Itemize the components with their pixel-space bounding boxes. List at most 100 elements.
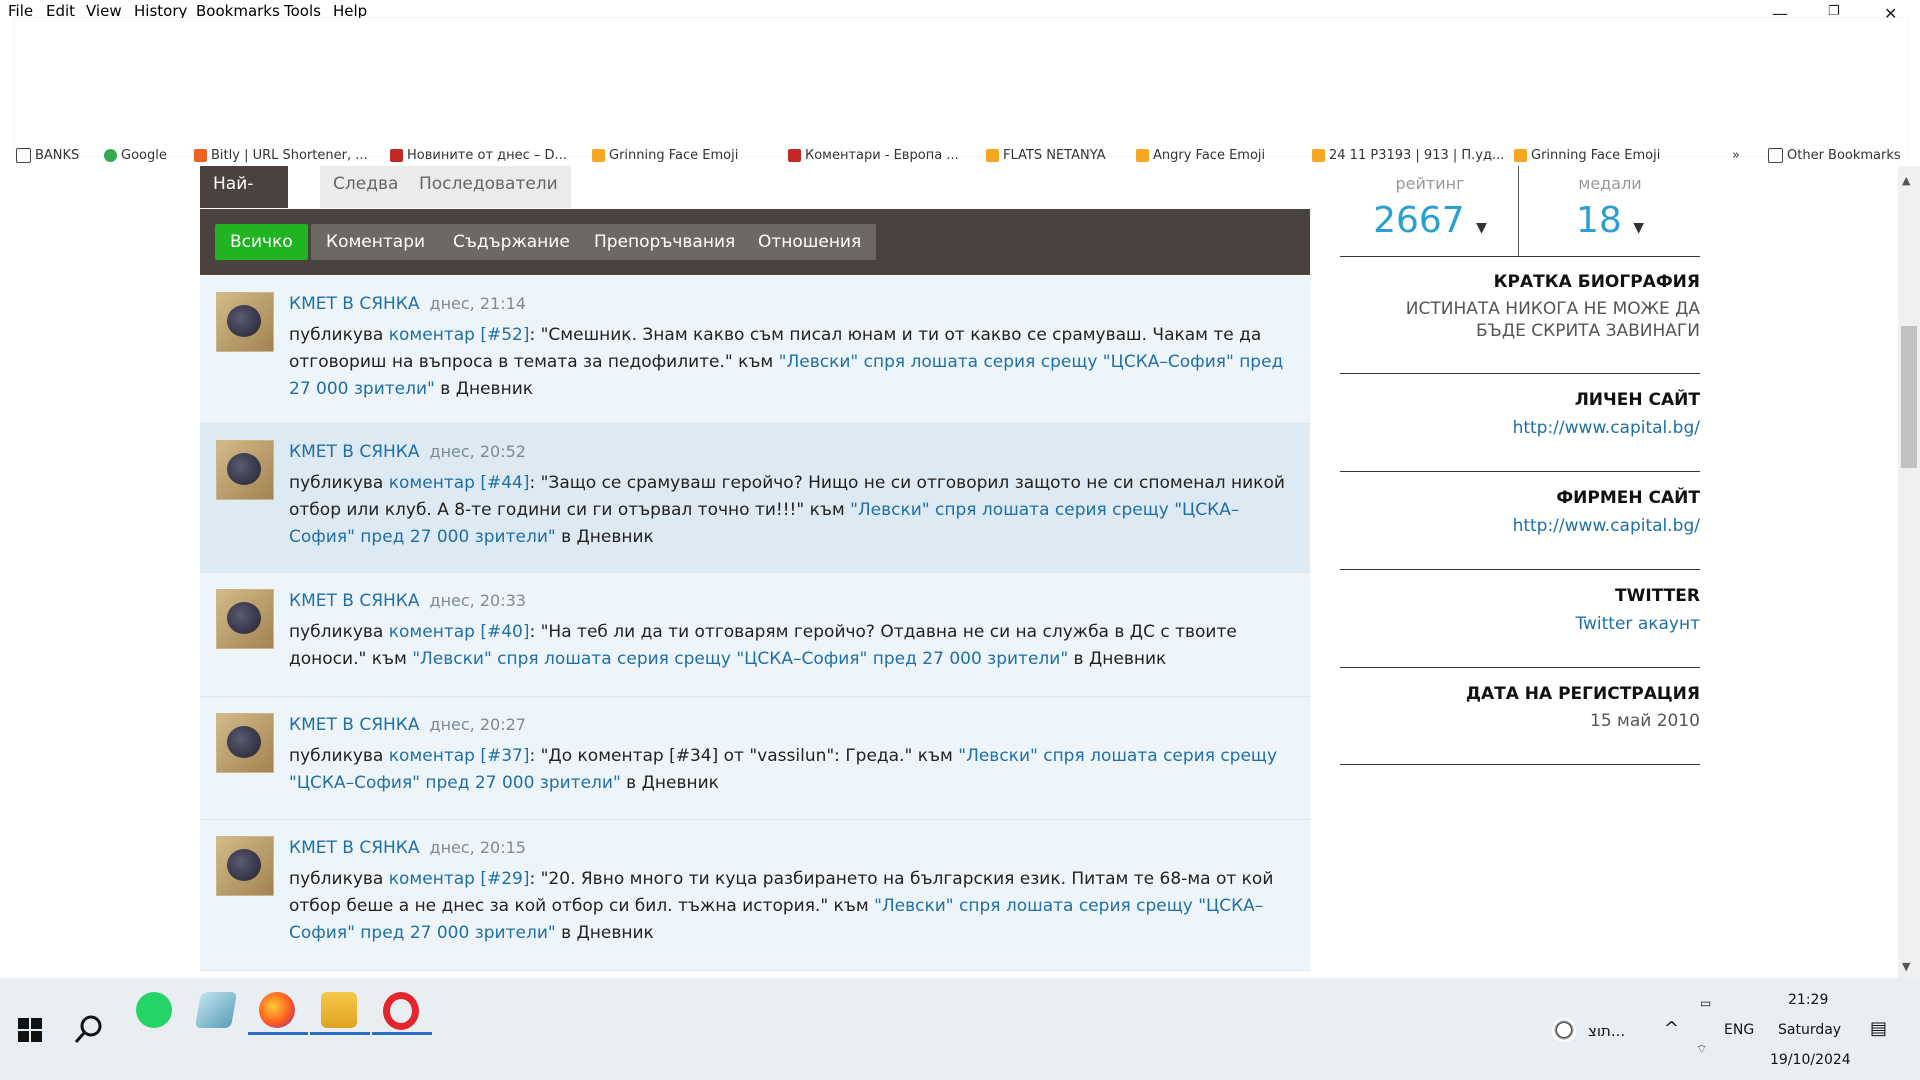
filter-comments-button[interactable]: Коментари — [311, 224, 441, 260]
bookmark-item[interactable]: Bitly | URL Shortener, ... — [194, 148, 368, 163]
tab-followers[interactable]: Последователи — [406, 166, 571, 208]
tab-following[interactable]: Следва — [320, 166, 412, 208]
bookmark-item[interactable]: Коментари - Европа ... — [788, 148, 959, 163]
author-link[interactable]: КМЕТ В СЯНКА — [289, 838, 420, 858]
file-explorer-icon[interactable] — [321, 992, 357, 1028]
filter-bar: Всичко Коментари Съдържание Препоръчвани… — [200, 209, 1310, 275]
divider — [1340, 764, 1700, 765]
dnevnik-icon — [788, 149, 801, 162]
comment-link[interactable]: коментар [#44] — [389, 473, 530, 493]
language-indicator[interactable]: ENG — [1724, 1022, 1754, 1038]
feed-item-text: публикува коментар [#44]: "Защо се сраму… — [289, 473, 1285, 547]
clock-date[interactable]: 19/10/2024 — [1770, 1052, 1851, 1068]
tab-newest[interactable]: Най-новото — [200, 166, 289, 230]
filter-relations-button[interactable]: Отношения — [743, 224, 877, 260]
divider — [1340, 667, 1700, 668]
bio-section: КРАТКА БИОГРАФИЯ ИСТИНАТА НИКОГА НЕ МОЖЕ… — [1340, 272, 1700, 342]
comment-link[interactable]: коментар [#37] — [389, 746, 530, 766]
feed-item-text: публикува коментар [#52]: "Смешник. Знам… — [289, 325, 1284, 399]
medals-label: медали — [1578, 174, 1642, 193]
personal-site-section: ЛИЧЕН САЙТ http://www.capital.bg/ — [1340, 390, 1700, 438]
personal-site-link[interactable]: http://www.capital.bg/ — [1340, 418, 1700, 438]
filter-content-button[interactable]: Съдържание — [438, 224, 585, 260]
restore-button[interactable]: ❐ — [1828, 4, 1840, 19]
registration-title: ДАТА НА РЕГИСТРАЦИЯ — [1465, 684, 1700, 704]
author-link[interactable]: КМЕТ В СЯНКА — [289, 715, 420, 735]
bookmark-item[interactable]: FLATS NETANYA — [986, 148, 1106, 163]
comment-link[interactable]: коментар [#40] — [389, 622, 530, 642]
timestamp: днес, 20:27 — [429, 715, 526, 734]
twitter-link[interactable]: Twitter акаунт — [1340, 614, 1700, 634]
divider — [1340, 373, 1700, 374]
page-content: Най-новото Следва Последователи Всичко К… — [0, 166, 1920, 978]
bookmark-icon — [1312, 149, 1325, 162]
bookmark-item[interactable]: Grinning Face Emoji — [592, 148, 738, 163]
twitter-section: TWITTER Twitter акаунт — [1340, 586, 1700, 634]
wifi-icon[interactable]: ⌔ — [1696, 1042, 1707, 1057]
rating-value[interactable]: 2667 ▼ — [1340, 200, 1520, 241]
comment-link[interactable]: коментар [#52] — [389, 325, 530, 345]
bookmark-item[interactable]: 24 11 P3193 | 913 | П.уд... — [1312, 148, 1504, 163]
feed-item: КМЕТ В СЯНКА днес, 20:15 публикува комент… — [200, 820, 1310, 971]
author-link[interactable]: КМЕТ В СЯНКА — [289, 591, 420, 611]
page-scrollbar[interactable]: ▲ ▼ — [1898, 166, 1920, 978]
company-site-link[interactable]: http://www.capital.bg/ — [1340, 516, 1700, 536]
weather-icon[interactable] — [1552, 1018, 1576, 1042]
emoji-icon — [592, 149, 605, 162]
bookmark-item[interactable]: Grinning Face Emoji — [1514, 148, 1660, 163]
author-link[interactable]: КМЕТ В СЯНКА — [289, 442, 420, 462]
tablet-app-icon[interactable] — [194, 992, 238, 1028]
medals-value[interactable]: 18 ▼ — [1520, 200, 1700, 241]
windows-start-icon[interactable] — [18, 1018, 42, 1042]
comment-link[interactable]: коментар [#29] — [389, 869, 530, 889]
company-site-title: ФИРМЕН САЙТ — [1556, 488, 1700, 508]
active-app-indicator — [248, 1032, 308, 1035]
menu-bar: File Edit View History Bookmarks Tools H… — [0, 0, 1920, 23]
weather-text[interactable]: תוצ... — [1588, 1022, 1625, 1040]
avatar[interactable] — [216, 713, 274, 773]
bookmark-icon — [986, 149, 999, 162]
article-link[interactable]: "Левски" спря лошата серия срещу "ЦСКА–С… — [412, 649, 1068, 669]
emoji-icon — [1514, 149, 1527, 162]
scroll-thumb[interactable] — [1901, 326, 1917, 468]
personal-site-title: ЛИЧЕН САЙТ — [1574, 390, 1700, 410]
firefox-icon[interactable] — [259, 992, 295, 1028]
author-link[interactable]: КМЕТ В СЯНКА — [289, 294, 420, 314]
twitter-title: TWITTER — [1615, 586, 1700, 606]
feed-item-text: публикува коментар [#37]: "До коментар [… — [289, 746, 1278, 793]
scroll-down-icon[interactable]: ▼ — [1902, 960, 1910, 973]
clock-day[interactable]: Saturday — [1778, 1022, 1841, 1038]
filter-recommendations-button[interactable]: Препоръчвания — [579, 224, 751, 260]
timestamp: днес, 20:52 — [429, 442, 526, 461]
avatar[interactable] — [216, 589, 274, 649]
notifications-icon[interactable]: ▤ — [1870, 1018, 1887, 1039]
opera-icon[interactable] — [383, 992, 419, 1030]
search-icon[interactable] — [74, 1014, 104, 1044]
filter-all-button[interactable]: Всичко — [215, 224, 308, 260]
whatsapp-icon[interactable] — [136, 992, 172, 1028]
bookmark-item[interactable]: Angry Face Emoji — [1136, 148, 1265, 163]
avatar[interactable] — [216, 836, 274, 896]
battery-icon[interactable]: ▭ — [1700, 996, 1711, 1010]
registration-date: 15 май 2010 — [1590, 711, 1700, 731]
bookmark-item[interactable]: BANKS — [16, 148, 79, 163]
avatar[interactable] — [216, 292, 274, 352]
chevron-right-icon[interactable]: » — [1732, 148, 1740, 163]
caret-down-icon: ▼ — [1633, 220, 1645, 236]
bio-title: КРАТКА БИОГРАФИЯ — [1493, 272, 1700, 292]
bookmark-item[interactable]: Новините от днес – D... — [390, 148, 567, 163]
bitly-icon — [194, 149, 207, 162]
chevron-up-icon[interactable]: ^ — [1664, 1018, 1679, 1039]
bookmark-item[interactable]: Google — [104, 148, 167, 163]
feed-item-text: публикува коментар [#40]: "На теб ли да … — [289, 622, 1237, 669]
bookmark-item[interactable]: Other Bookmarks — [1768, 148, 1901, 163]
google-icon — [104, 149, 117, 162]
feed-item: КМЕТ В СЯНКА днес, 21:14 публикува комент… — [200, 276, 1310, 424]
registration-section: ДАТА НА РЕГИСТРАЦИЯ 15 май 2010 — [1340, 684, 1700, 732]
scroll-up-icon[interactable]: ▲ — [1902, 174, 1910, 187]
clock-time[interactable]: 21:29 — [1788, 992, 1828, 1008]
company-site-section: ФИРМЕН САЙТ http://www.capital.bg/ — [1340, 488, 1700, 536]
avatar[interactable] — [216, 440, 274, 500]
bookmarks-bar: BANKS Google Bitly | URL Shortener, ... … — [0, 148, 1920, 166]
feed-item: КМЕТ В СЯНКА днес, 20:33 публикува комент… — [200, 573, 1310, 697]
